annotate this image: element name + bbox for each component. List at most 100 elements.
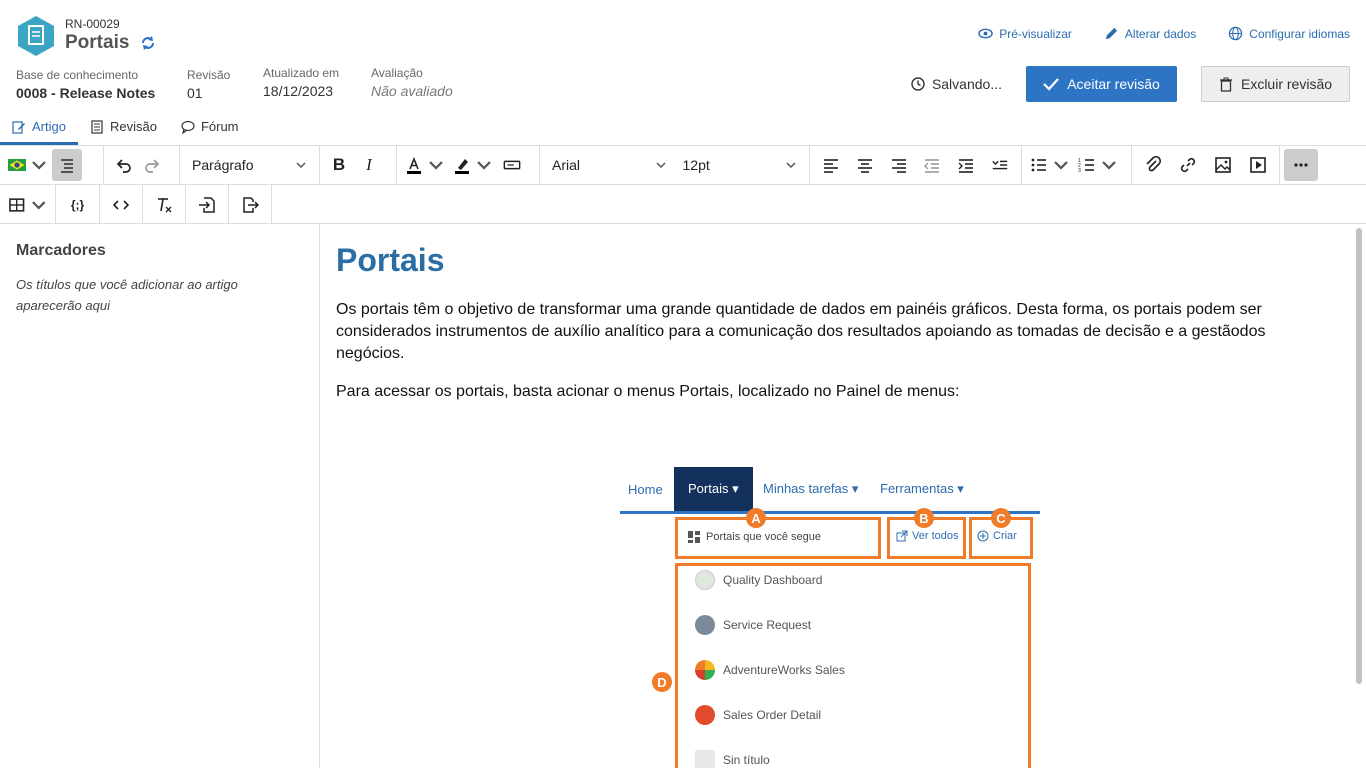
list-outline-icon (61, 159, 73, 173)
configure-languages-link[interactable]: Configurar idiomas (1228, 26, 1350, 41)
chevron-down-icon (429, 161, 443, 170)
indent-button[interactable] (951, 149, 981, 181)
undo-button[interactable] (108, 149, 138, 181)
export-button[interactable] (235, 189, 265, 221)
portal-item: Sin título (695, 750, 770, 768)
numbered-list-button[interactable]: 123 (1074, 149, 1122, 181)
input-field-button[interactable] (497, 149, 527, 181)
italic-button[interactable]: I (354, 149, 384, 181)
phone-headset-icon (695, 615, 715, 635)
document-icon (91, 119, 103, 134)
numbered-list-icon: 123 (1078, 158, 1094, 174)
create-item: Criar (977, 530, 1017, 542)
bullet-list-button[interactable] (1026, 149, 1074, 181)
indent-icon (958, 159, 974, 173)
external-link-icon (896, 530, 908, 542)
import-file-icon (199, 196, 215, 213)
edit-data-link[interactable]: Alterar dados (1104, 26, 1196, 41)
saving-status: Salvando... (911, 76, 1002, 92)
link-button[interactable] (1173, 149, 1203, 181)
tab-forum[interactable]: Fórum (169, 108, 251, 145)
media-button[interactable] (1243, 149, 1273, 181)
page-title: Portais (65, 32, 130, 53)
editor-toolbar: Parágrafo B I Arial 12pt 1 2 3 {;} (0, 145, 1366, 224)
paperclip-icon (1146, 156, 1162, 172)
braces-icon: {;} (70, 197, 85, 212)
align-right-button[interactable] (884, 149, 914, 181)
table-button[interactable] (4, 189, 51, 221)
highlight-color-button[interactable] (449, 149, 497, 181)
tab-article[interactable]: Artigo (0, 108, 78, 145)
delete-revision-button[interactable]: Excluir revisão (1201, 66, 1350, 102)
chevron-down-icon (296, 162, 306, 169)
trash-icon (1219, 77, 1232, 92)
align-left-button[interactable] (816, 149, 846, 181)
bold-button[interactable]: B (324, 149, 354, 181)
portal-item: Service Request (695, 615, 811, 635)
portal-item: Quality Dashboard (695, 570, 822, 590)
line-height-icon (992, 160, 1008, 170)
magnifier-chart-icon (695, 570, 715, 590)
meta-updated: Atualizado em 18/12/2023 (263, 66, 340, 99)
bookmarks-title: Marcadores (16, 242, 106, 259)
language-select[interactable] (4, 149, 52, 181)
outline-toggle-button[interactable] (52, 149, 82, 181)
source-code-button[interactable] (106, 189, 136, 221)
accept-revision-button[interactable]: Aceitar revisão (1026, 66, 1177, 102)
chevron-down-icon (31, 200, 45, 209)
editor-scrollbar[interactable] (1356, 228, 1362, 684)
text-color-button[interactable] (401, 149, 449, 181)
align-right-icon (891, 159, 906, 173)
eye-icon (978, 28, 993, 39)
redo-button[interactable] (138, 149, 168, 181)
image-button[interactable] (1208, 149, 1238, 181)
variable-button[interactable]: {;} (63, 189, 93, 221)
portal-item: Sales Order Detail (695, 705, 821, 725)
align-left-icon (823, 159, 838, 173)
preview-link[interactable]: Pré-visualizar (978, 26, 1072, 41)
knowledge-base-icon (18, 16, 54, 56)
menu-screenshot-image: Home Portais ▾ Minhas tarefas ▾ Ferramen… (620, 467, 1040, 768)
clear-formatting-button[interactable] (149, 189, 179, 221)
code-icon (112, 199, 130, 210)
nav-my-tasks: Minhas tarefas ▾ (763, 481, 859, 496)
meta-knowledge-base: Base de conhecimento 0008 - Release Note… (16, 68, 156, 101)
line-height-button[interactable] (985, 149, 1015, 181)
followed-portals-item: Portais que você segue (688, 531, 821, 543)
nav-home: Home (628, 481, 663, 497)
font-family-select[interactable]: Arial (544, 149, 675, 181)
badge-b: B (914, 508, 934, 528)
meta-rating: Avaliação Não avaliado (371, 66, 453, 99)
tab-revision[interactable]: Revisão (78, 108, 169, 145)
badge-c: C (991, 508, 1011, 528)
record-code: RN-00029 (65, 17, 120, 31)
see-all-item: Ver todos (896, 530, 958, 542)
sync-icon (142, 36, 155, 50)
import-button[interactable] (192, 189, 222, 221)
bookmarks-empty-text: Os títulos que você adicionar ao artigo … (16, 277, 238, 313)
dashboard-grid-icon (688, 531, 700, 543)
plus-circle-icon (977, 530, 989, 542)
pencil-icon (1105, 27, 1118, 40)
menu-navbar: Home Portais ▾ Minhas tarefas ▾ Ferramen… (620, 467, 1040, 514)
article-editor[interactable]: Portais Os portais têm o objetivo de tra… (320, 224, 1356, 768)
chevron-down-icon (1102, 161, 1116, 170)
undo-icon (116, 159, 131, 173)
font-size-select[interactable]: 12pt (675, 149, 806, 181)
play-video-icon (1249, 157, 1266, 173)
bookmarks-panel: Marcadores Os títulos que você adicionar… (0, 224, 320, 768)
input-field-icon (503, 160, 521, 170)
clear-format-icon (158, 197, 172, 212)
pie-chart-icon (695, 660, 715, 680)
block-format-select[interactable]: Parágrafo (184, 149, 315, 181)
attachment-button[interactable] (1138, 149, 1168, 181)
more-dots-icon (1294, 163, 1308, 167)
outdent-button[interactable] (917, 149, 947, 181)
svg-text:3: 3 (1078, 168, 1081, 174)
link-icon (1181, 157, 1196, 173)
chevron-down-icon (655, 162, 666, 169)
align-center-button[interactable] (850, 149, 880, 181)
brazil-flag-icon (8, 159, 26, 171)
more-options-button[interactable] (1284, 149, 1318, 181)
chat-bubble-icon (181, 120, 195, 134)
